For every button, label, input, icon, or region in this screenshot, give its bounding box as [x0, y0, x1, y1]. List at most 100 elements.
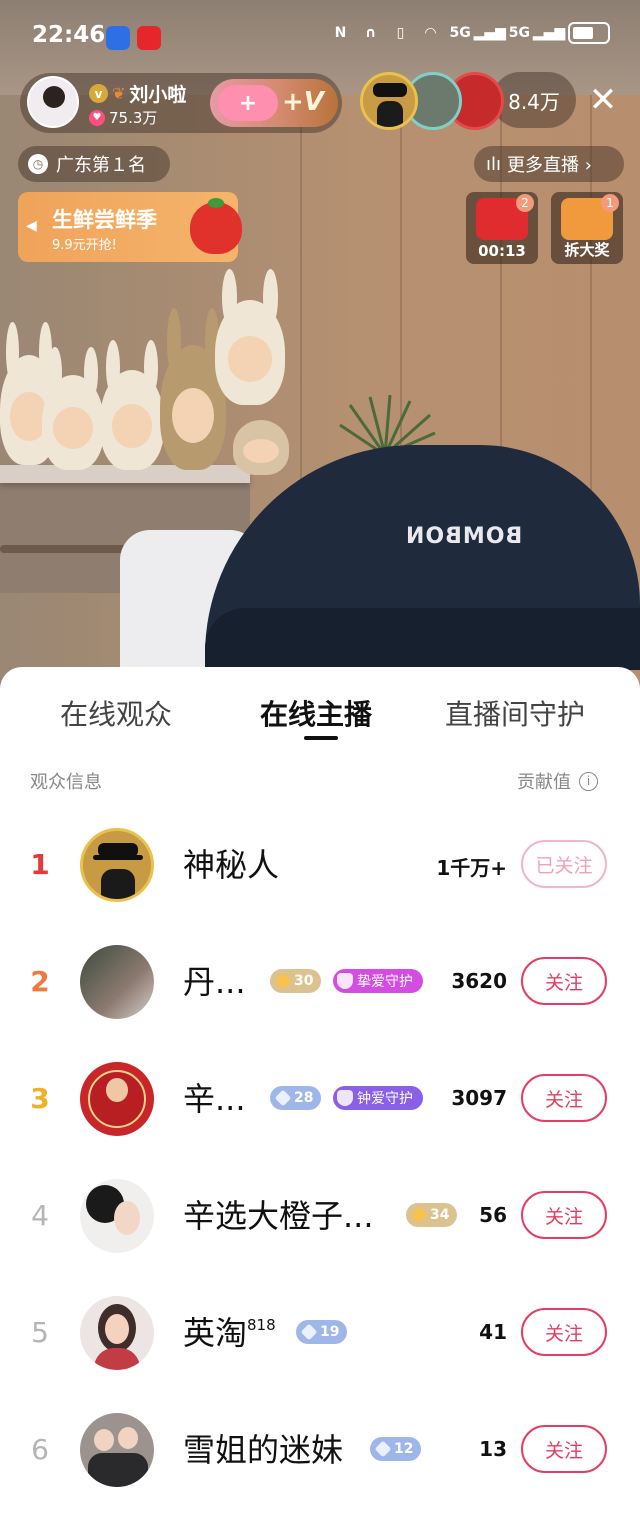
heart-plus-icon: +	[218, 85, 278, 121]
column-header-audience-info: 观众信息	[30, 772, 102, 793]
nfc-icon: N	[334, 25, 347, 41]
rank-number: 3	[30, 1082, 50, 1115]
app-notification-icon	[106, 26, 130, 50]
level-number: 28	[294, 1090, 314, 1106]
countdown-label: 00:13	[478, 242, 526, 260]
audience-name: 辛选大橙子...	[183, 1197, 374, 1235]
red-packet-widget[interactable]: 2 00:13	[466, 192, 538, 264]
host-avatar[interactable]	[27, 76, 79, 128]
more-live-label: 更多直播 ›	[507, 155, 592, 176]
audience-sheet: 在线观众 在线主播 直播间守护 观众信息 贡献值 i 1 神秘人 1千万+ 已关…	[0, 667, 640, 1517]
heart-icon: ♥	[89, 109, 105, 126]
lottery-widget[interactable]: 1 拆大奖	[551, 192, 623, 264]
more-live-button[interactable]: ılı 更多直播 ›	[474, 146, 624, 182]
shield-icon	[337, 973, 353, 989]
audience-name-text: 英淘	[183, 1314, 248, 1352]
rank-number: 4	[31, 1199, 49, 1232]
audience-row[interactable]: 4 辛选大橙子... 34 56 关注	[0, 1161, 640, 1271]
rank-number: 5	[31, 1316, 49, 1349]
strawberry-icon	[190, 198, 242, 254]
guardian-badge: 钟爱守护	[333, 1086, 423, 1110]
rank-number: 6	[31, 1433, 49, 1466]
avatar[interactable]	[80, 1413, 154, 1487]
app-notification-icon	[137, 26, 161, 50]
host-name-row[interactable]: v ❦ 刘小啦	[89, 80, 186, 107]
contribution-value: 13	[479, 1437, 507, 1461]
audience-row[interactable]: 3 辛... 28 钟爱守护 3097 关注	[0, 1044, 640, 1154]
top-viewers-avatars[interactable]	[360, 72, 504, 130]
viewer-avatar[interactable]	[360, 72, 418, 130]
status-icons: N ∩ ▯ ◠ 5G ▂▄▆ 5G ▂▄▆	[330, 22, 610, 44]
level-badge: 28	[270, 1086, 322, 1110]
avatar[interactable]	[80, 828, 154, 902]
audience-name: 辛...	[183, 1080, 246, 1118]
gem-icon	[274, 972, 292, 990]
host-fans-count: 75.3万	[109, 109, 158, 127]
audience-row[interactable]: 1 神秘人 1千万+ 已关注	[0, 810, 640, 920]
level-badge: 30	[270, 969, 322, 993]
promo-subtitle: 9.9元开抢!	[52, 238, 117, 253]
follow-button[interactable]: 关注	[521, 1425, 607, 1473]
level-number: 12	[394, 1441, 414, 1457]
audience-name: 神秘人	[183, 846, 280, 884]
contribution-value: 1千万+	[436, 856, 507, 880]
avatar[interactable]	[80, 945, 154, 1019]
viewer-count[interactable]: 8.4万	[492, 72, 576, 128]
follow-button[interactable]: 关注	[521, 957, 607, 1005]
level-badge: 34	[406, 1203, 458, 1227]
shield-icon	[337, 1090, 353, 1106]
clock-time: 22:46	[32, 22, 106, 48]
promo-title: 生鲜尝鲜季	[52, 208, 157, 232]
close-icon[interactable]: ✕	[583, 80, 623, 120]
audience-name: 丹...	[183, 963, 246, 1001]
tab-online-hosts[interactable]: 在线主播	[260, 693, 372, 733]
audience-row[interactable]: 5 英淘818 19 41 关注	[0, 1278, 640, 1388]
wifi-icon: ◠	[425, 25, 436, 41]
signal-icon: ▂▄▆	[532, 25, 566, 41]
level-number: 34	[430, 1207, 450, 1223]
level-badge: 12	[370, 1437, 422, 1461]
info-icon[interactable]: i	[579, 771, 598, 791]
count-badge: 2	[516, 194, 534, 212]
audience-row[interactable]: 2 丹... 30 挚爱守护 3620 关注	[0, 927, 640, 1037]
clock-icon: ◷	[28, 154, 48, 174]
region-rank-badge[interactable]: ◷ 广东第１名	[18, 146, 170, 182]
rank-number: 1	[30, 848, 50, 881]
gem-icon	[410, 1206, 428, 1224]
fan-club-label: +V	[282, 87, 324, 117]
promo-banner[interactable]: ◀ 生鲜尝鲜季 9.9元开抢!	[18, 192, 242, 262]
headphones-icon: ∩	[364, 25, 377, 41]
follow-button[interactable]: 关注	[521, 1308, 607, 1356]
doll-figure	[215, 268, 285, 405]
avatar[interactable]	[80, 1062, 154, 1136]
lottery-label: 拆大奖	[564, 241, 610, 259]
avatar[interactable]	[80, 1296, 154, 1370]
level-badge: 19	[296, 1320, 348, 1344]
host-name: 刘小啦	[129, 84, 187, 106]
followed-button[interactable]: 已关注	[521, 840, 607, 888]
active-tab-indicator	[304, 736, 338, 740]
doll-figure	[100, 340, 164, 470]
contribution-value: 3620	[451, 969, 507, 993]
arrow-left-icon: ◀	[26, 218, 37, 234]
audience-row[interactable]: 6 雪姐的迷妹 12 13 关注	[0, 1395, 640, 1505]
network-5g-label: 5G	[508, 25, 530, 41]
tab-room-guardians[interactable]: 直播间守护	[445, 693, 585, 733]
leaf-icon: ❦	[112, 84, 126, 103]
contribution-value: 56	[479, 1203, 507, 1227]
audience-name: 英淘818	[183, 1308, 276, 1354]
follow-button[interactable]: 关注	[521, 1191, 607, 1239]
tab-online-audience[interactable]: 在线观众	[60, 693, 172, 733]
avatar[interactable]	[80, 1179, 154, 1253]
follow-host-button[interactable]: + +V	[210, 79, 338, 127]
status-bar: 22:46 N ∩ ▯ ◠ 5G ▂▄▆ 5G ▂▄▆	[0, 0, 640, 70]
gem-icon	[374, 1440, 392, 1458]
follow-button[interactable]: 关注	[521, 1074, 607, 1122]
verified-icon: v	[89, 84, 108, 103]
doll-figure	[42, 346, 104, 470]
bars-icon: ılı	[486, 153, 502, 175]
signal-icon: ▂▄▆	[473, 25, 506, 41]
guardian-badge: 挚爱守护	[333, 969, 423, 993]
contribution-label: 贡献值	[517, 772, 571, 793]
rank-number: 2	[30, 965, 50, 998]
